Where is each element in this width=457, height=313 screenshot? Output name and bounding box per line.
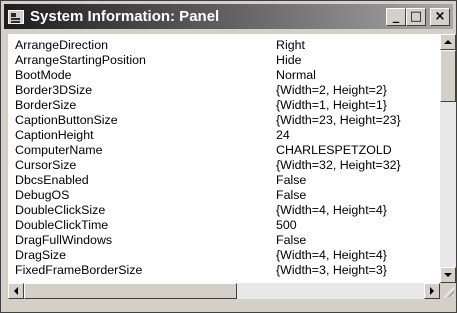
vertical-scrollbar[interactable] (440, 34, 456, 283)
size-grip-icon[interactable] (440, 283, 456, 299)
property-name: CaptionHeight (15, 128, 94, 142)
property-name: DebugOS (15, 188, 70, 202)
window-title: System Information: Panel (30, 8, 220, 25)
property-name: ComputerName (15, 143, 103, 157)
property-name: FixedFrameBorderSize (15, 263, 143, 277)
horizontal-scrollbar[interactable] (8, 283, 440, 299)
property-name: CursorSize (15, 158, 77, 172)
title-bar[interactable]: System Information: Panel _ □ × (4, 4, 453, 29)
scroll-up-button[interactable] (440, 34, 456, 50)
property-value: {Width=1, Height=1} (276, 98, 387, 112)
property-value: {Width=3, Height=3} (276, 263, 387, 277)
close-button[interactable]: × (430, 8, 450, 26)
property-name: Border3DSize (15, 83, 93, 97)
property-value: 24 (276, 128, 290, 142)
property-name: DragSize (15, 248, 66, 262)
property-name: DbcsEnabled (15, 173, 89, 187)
arrow-right-icon (430, 287, 434, 295)
horizontal-scroll-thumb[interactable] (24, 283, 237, 299)
vertical-scroll-thumb[interactable] (440, 50, 456, 102)
scroll-down-button[interactable] (440, 267, 456, 283)
property-name: CaptionButtonSize (15, 113, 118, 127)
property-value: 500 (276, 218, 297, 232)
property-value: {Width=4, Height=4} (276, 203, 387, 217)
property-name: ArrangeStartingPosition (15, 53, 146, 67)
minimize-button[interactable]: _ (386, 8, 406, 26)
arrow-up-icon (444, 40, 452, 44)
property-value: CHARLESPETZOLD (276, 143, 392, 157)
property-value: False (276, 173, 307, 187)
property-value: False (276, 188, 307, 202)
property-value: Normal (276, 68, 316, 82)
property-name: DoubleClickTime (15, 218, 109, 232)
property-value: {Width=23, Height=23} (276, 113, 401, 127)
property-name: BootMode (15, 68, 72, 82)
arrow-down-icon (444, 273, 452, 277)
property-value: False (276, 233, 307, 247)
property-value: Right (276, 38, 305, 52)
property-name: BorderSize (15, 98, 77, 112)
property-value: {Width=32, Height=32} (276, 158, 401, 172)
properties-panel: ArrangeDirection Right ArrangeStartingPos… (8, 34, 440, 283)
property-name: DragFullWindows (15, 233, 113, 247)
property-value: {Width=4, Height=4} (276, 248, 387, 262)
maximize-button[interactable]: □ (406, 8, 426, 26)
scroll-left-button[interactable] (8, 283, 24, 299)
arrow-left-icon (14, 287, 18, 295)
system-info-window: System Information: Panel _ □ × ArrangeD… (0, 0, 457, 313)
property-name: ArrangeDirection (15, 38, 108, 52)
property-value: {Width=2, Height=2} (276, 83, 387, 97)
property-name: DoubleClickSize (15, 203, 106, 217)
app-icon[interactable] (8, 9, 24, 24)
property-value: Hide (276, 53, 302, 67)
scroll-right-button[interactable] (424, 283, 440, 299)
